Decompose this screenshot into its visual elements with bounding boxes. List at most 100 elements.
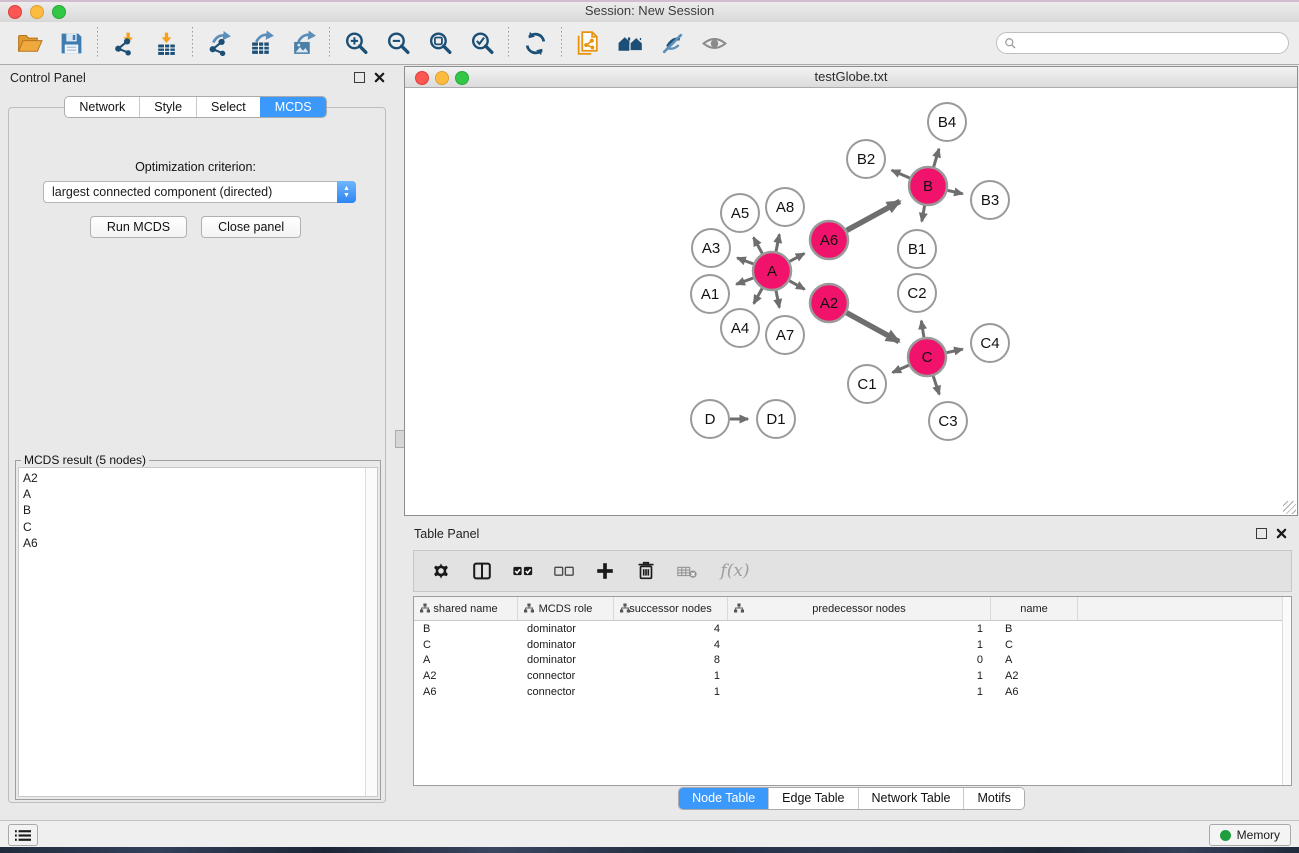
close-panel-icon[interactable] [374,72,385,83]
table-row[interactable]: Adominator80A [414,652,1291,668]
close-panel-button[interactable]: Close panel [201,216,301,238]
zoom-frame-icon[interactable] [455,71,469,85]
graph-node-A6[interactable]: A6 [810,221,848,259]
cell-successor-nodes[interactable]: 1 [614,684,728,700]
zoom-fit-icon[interactable] [419,27,461,59]
graph-node-C1[interactable]: C1 [848,365,886,403]
edge-A-A3[interactable] [737,258,753,264]
home-icon[interactable] [609,27,651,59]
zoom-out-icon[interactable] [377,27,419,59]
result-item[interactable]: A2 [23,470,377,486]
tab-edge-table[interactable]: Edge Table [768,788,857,809]
tab-node-table[interactable]: Node Table [679,788,768,809]
cell-MCDS-role[interactable]: connector [518,684,614,700]
deselect-all-icon[interactable] [551,558,577,584]
run-mcds-button[interactable]: Run MCDS [90,216,187,238]
graph-node-B[interactable]: B [909,167,947,205]
tab-select[interactable]: Select [196,97,260,117]
result-item[interactable]: A6 [23,535,377,551]
tab-network[interactable]: Network [65,97,139,117]
close-frame-icon[interactable] [415,71,429,85]
cell-predecessor-nodes[interactable]: 0 [728,652,991,668]
edge-B-B4[interactable] [934,149,939,167]
graph-node-C4[interactable]: C4 [971,324,1009,362]
search-input[interactable] [1017,33,1288,53]
criterion-dropdown[interactable]: largest connected component (directed) ▲… [43,181,356,203]
zoom-selected-icon[interactable] [461,27,503,59]
graph-node-A8[interactable]: A8 [766,188,804,226]
edge-C-C1[interactable] [893,365,909,372]
float-panel-icon[interactable] [354,72,365,83]
hide-details-icon[interactable] [651,27,693,59]
graph-node-B3[interactable]: B3 [971,181,1009,219]
search-box[interactable] [996,32,1289,54]
graph-node-A[interactable]: A [753,252,791,290]
cell-successor-nodes[interactable]: 4 [614,621,728,637]
table-row[interactable]: A2connector11A2 [414,668,1291,684]
mcds-result-list[interactable]: A2ABCA6 [18,467,378,797]
cell-shared-name[interactable]: A [414,652,518,668]
edge-A-A5[interactable] [754,238,763,254]
edge-B-B3[interactable] [948,190,963,193]
column-header-name[interactable]: name [991,597,1078,620]
cell-name[interactable]: A6 [991,684,1078,700]
result-scrollbar[interactable] [365,468,377,796]
cell-shared-name[interactable]: C [414,637,518,653]
graph-node-A5[interactable]: A5 [721,194,759,232]
export-network-icon[interactable] [198,27,240,59]
column-header-shared-name[interactable]: shared name [414,597,518,620]
cell-shared-name[interactable]: B [414,621,518,637]
result-item[interactable]: B [23,502,377,518]
graph-node-A7[interactable]: A7 [766,316,804,354]
cell-predecessor-nodes[interactable]: 1 [728,668,991,684]
column-layout-icon[interactable] [469,558,495,584]
new-network-icon[interactable] [567,27,609,59]
edge-C-C2[interactable] [921,321,924,338]
close-window-icon[interactable] [8,5,22,19]
cell-MCDS-role[interactable]: dominator [518,621,614,637]
column-header-predecessor-nodes[interactable]: predecessor nodes [728,597,991,620]
graph-node-A1[interactable]: A1 [691,275,729,313]
close-table-panel-icon[interactable] [1276,528,1287,539]
edge-A-A8[interactable] [776,234,779,251]
edge-A-A6[interactable] [790,253,805,261]
import-network-icon[interactable] [103,27,145,59]
minimize-frame-icon[interactable] [435,71,449,85]
result-item[interactable]: C [23,519,377,535]
network-window-controls[interactable] [415,71,469,85]
edge-B-B2[interactable] [892,170,910,178]
graph-node-A2[interactable]: A2 [810,284,848,322]
edge-A-A1[interactable] [736,278,753,284]
zoom-in-icon[interactable] [335,27,377,59]
edge-A-A4[interactable] [754,288,763,303]
export-image-icon[interactable] [282,27,324,59]
edge-C-C3[interactable] [933,376,939,394]
cell-MCDS-role[interactable]: connector [518,668,614,684]
cell-shared-name[interactable]: A6 [414,684,518,700]
graph-node-C2[interactable]: C2 [898,274,936,312]
add-column-icon[interactable] [592,558,618,584]
cell-name[interactable]: C [991,637,1078,653]
cell-name[interactable]: A2 [991,668,1078,684]
minimize-window-icon[interactable] [30,5,44,19]
graph-node-A3[interactable]: A3 [692,229,730,267]
cell-successor-nodes[interactable]: 8 [614,652,728,668]
export-table-icon[interactable] [240,27,282,59]
table-row[interactable]: Bdominator41B [414,621,1291,637]
edge-A-A2[interactable] [789,281,804,290]
edge-B-B1[interactable] [922,206,925,222]
column-header-MCDS-role[interactable]: MCDS role [518,597,614,620]
network-canvas[interactable]: A A1 A2 A3 A4 A5 A6 A7 A8 B B1 B2 B3 [405,88,1297,515]
show-details-icon[interactable] [693,27,735,59]
cell-predecessor-nodes[interactable]: 1 [728,684,991,700]
table-row[interactable]: Cdominator41C [414,637,1291,653]
tab-mcds[interactable]: MCDS [260,97,326,117]
cell-name[interactable]: B [991,621,1078,637]
memory-button[interactable]: Memory [1209,824,1291,846]
graph-node-C[interactable]: C [908,338,946,376]
zoom-window-icon[interactable] [52,5,66,19]
result-item[interactable]: A [23,486,377,502]
edge-A-A7[interactable] [776,291,779,308]
tab-network-table[interactable]: Network Table [858,788,964,809]
delete-column-icon[interactable] [633,558,659,584]
